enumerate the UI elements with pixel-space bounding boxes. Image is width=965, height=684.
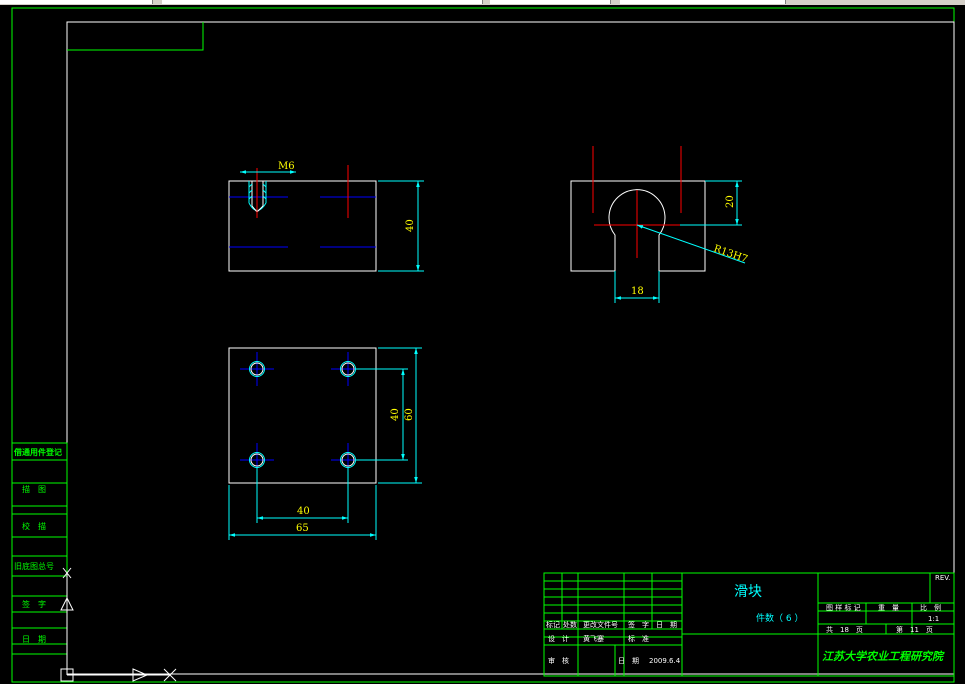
design-label: 设 计 [548, 634, 569, 643]
review-label: 审 核 [548, 656, 569, 665]
top-view: 40 60 40 65 [228, 347, 422, 540]
scale-label: 比 例 [920, 603, 941, 612]
marks-header: 标记 [546, 620, 560, 629]
left-record-strip [11, 442, 68, 655]
rev-label: REV. [935, 574, 950, 582]
weight-label: 重 量 [878, 604, 899, 612]
radius-dimension: R13H7 [712, 243, 749, 265]
date-header: 日 期 [656, 621, 677, 629]
date-label: 日 期 [22, 635, 46, 644]
date2-label: 日 期 [618, 657, 639, 665]
general-parts-label: 借通用件登记 [13, 447, 62, 457]
thread-dimension: M6 [278, 161, 295, 172]
quantity-label: 件数（ 6 ） [756, 612, 803, 624]
toolbar-field[interactable] [162, 0, 483, 4]
checked-label: 校 描 [22, 521, 46, 531]
total-sheets-label: 共 18 页 [826, 625, 863, 634]
old-drawing-number-label: 旧底图总号 [14, 561, 54, 571]
stage-label: 图 样 标 记 [826, 603, 861, 612]
side-height-dimension: 20 [725, 195, 736, 208]
hole-pitch-horizontal-dimension: 40 [297, 506, 310, 517]
side-view: 20 R13H7 18 [570, 146, 749, 303]
cad-drawing-canvas[interactable]: M6 40 20 R13H7 18 40 60 40 65 借通用件登记 描 图… [0, 5, 965, 684]
overall-width-dimension: 65 [296, 523, 309, 534]
drawn-label: 描 图 [22, 484, 46, 494]
front-view: M6 40 [228, 161, 424, 272]
sign-header: 签 字 [628, 620, 649, 629]
slot-width-dimension: 18 [631, 286, 644, 297]
ucs-icon [60, 567, 177, 682]
toolbar-field[interactable] [620, 0, 786, 4]
institute-name: 江苏大学农业工程研究院 [822, 650, 945, 663]
overall-height-dimension: 60 [404, 408, 415, 421]
front-height-dimension: 40 [405, 219, 416, 232]
sheet-number-label: 第 11 页 [896, 625, 933, 634]
designer-name: 黄飞蹇 [583, 634, 604, 643]
bolt-hole [240, 352, 274, 386]
scale-value: 1:1 [928, 615, 939, 623]
drawing-title: 滑块 [734, 583, 762, 600]
drawing-frame [11, 7, 955, 683]
count-header: 处数 [563, 620, 577, 629]
change-doc-header: 更改文件号 [583, 620, 618, 629]
toolbar-field[interactable] [490, 0, 611, 4]
standard-label: 标 准 [628, 634, 649, 643]
hole-pitch-vertical-dimension: 40 [390, 408, 401, 421]
toolbar-field[interactable] [0, 0, 153, 4]
signature-label: 签 字 [22, 599, 46, 609]
date-value: 2009.6.4 [649, 657, 681, 665]
